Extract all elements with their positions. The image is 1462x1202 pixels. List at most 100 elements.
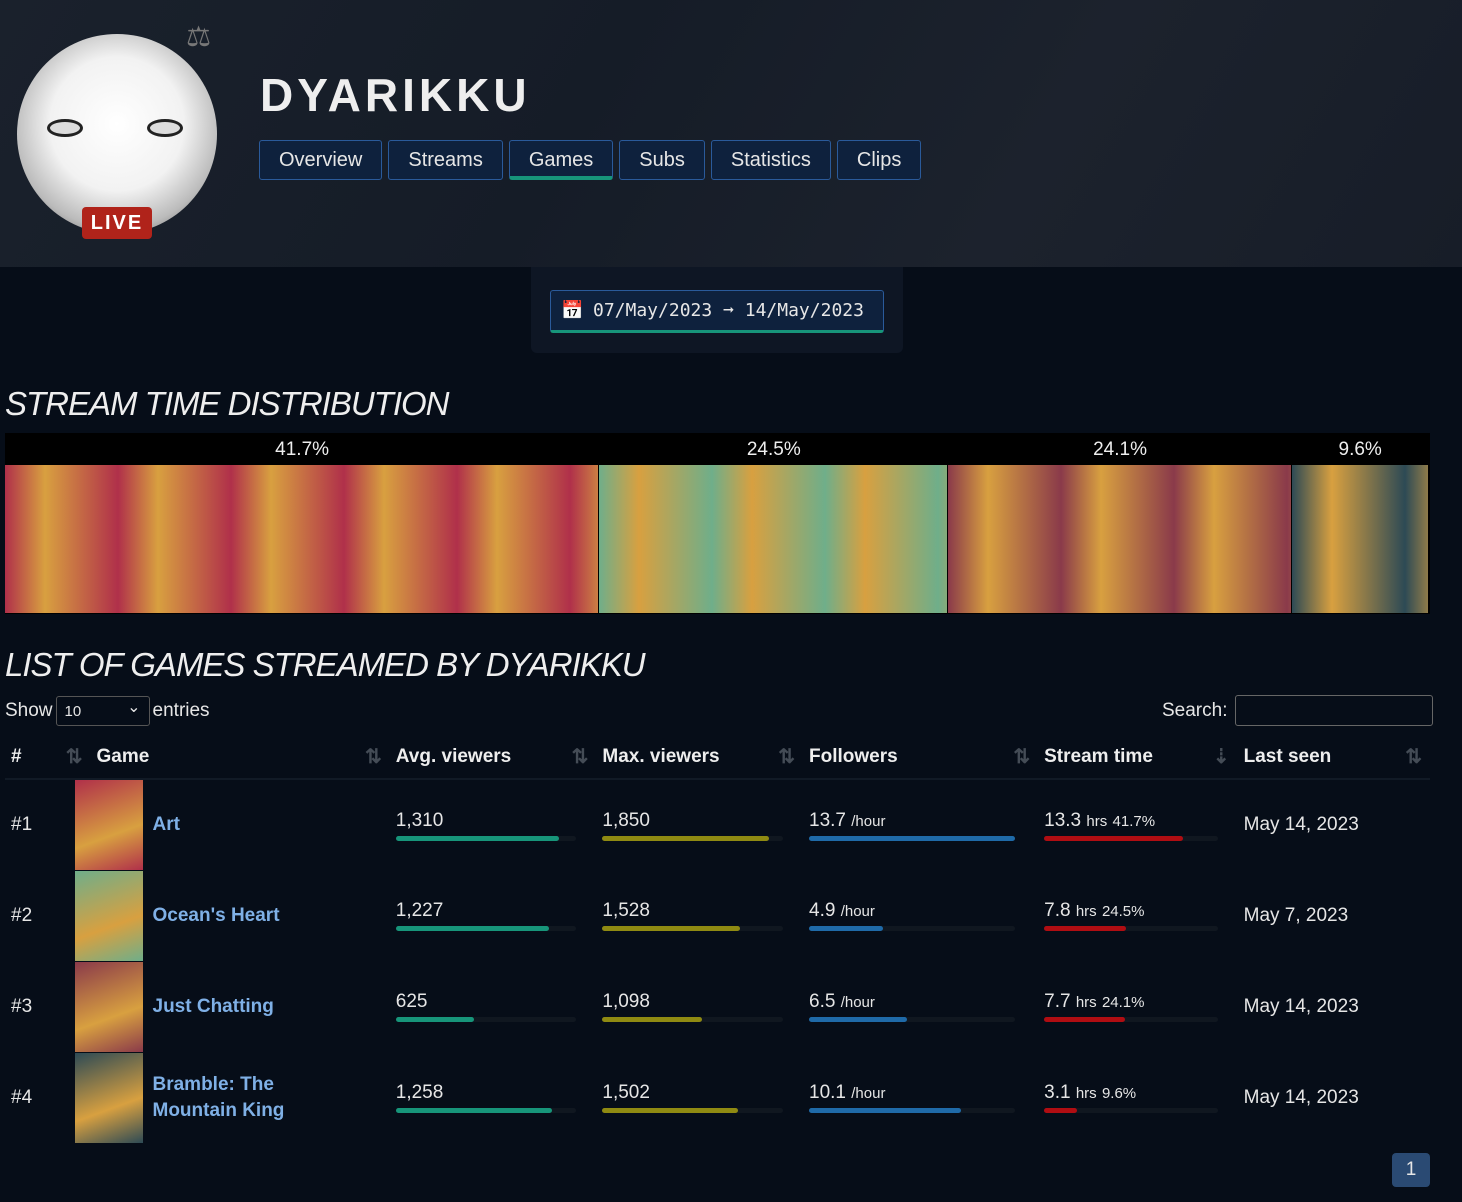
game-cover[interactable] xyxy=(74,780,143,870)
channel-header: LIVE ⚖ DYARIKKU Overview Streams Games Subs… xyxy=(0,0,1462,267)
games-list-title: LIST OF GAMES STREAMED BY DYARIKKU xyxy=(5,646,646,683)
column-label: Max. viewers xyxy=(602,745,720,767)
followers-unit: /hour xyxy=(851,812,886,830)
distribution-title: STREAM TIME DISTRIBUTION xyxy=(5,385,450,422)
avg-bar-fill xyxy=(395,1108,553,1113)
column-label: # xyxy=(11,745,22,767)
avg-value: 1,227 xyxy=(395,900,444,921)
column-header[interactable]: Followers ⇅ xyxy=(803,735,1039,780)
game-link[interactable]: Bramble: The Mountain King xyxy=(153,1072,363,1124)
rank: #2 xyxy=(11,904,33,926)
show-label: Show xyxy=(5,700,53,721)
followers-bar-fill xyxy=(809,1017,907,1022)
sort-icon[interactable]: ⇅ xyxy=(66,744,83,769)
segment-percent: 41.7% xyxy=(275,439,330,460)
distribution-segment[interactable]: 9.6% xyxy=(1291,433,1429,614)
avg-value: 625 xyxy=(395,991,428,1012)
distribution-segment[interactable]: 24.5% xyxy=(599,433,949,614)
column-label: Game xyxy=(96,745,150,767)
avg-bar xyxy=(395,1108,577,1113)
entries-select[interactable]: 10 xyxy=(55,696,150,726)
game-cover[interactable] xyxy=(74,961,143,1052)
followers-bar-fill xyxy=(809,835,1016,841)
max-bar xyxy=(602,926,783,931)
column-header[interactable]: Game ⇅ xyxy=(90,735,390,780)
segment-percent: 9.6% xyxy=(1338,439,1382,460)
column-label: Last seen xyxy=(1243,745,1332,767)
followers-bar xyxy=(809,1108,1016,1113)
tab-statistics[interactable]: Statistics xyxy=(710,140,831,180)
game-cover-strip xyxy=(599,465,949,613)
max-bar-fill xyxy=(602,1108,738,1113)
sort-icon[interactable]: ⇅ xyxy=(1405,744,1422,769)
sort-icon[interactable]: ⇅ xyxy=(1013,744,1030,769)
avg-bar xyxy=(395,835,577,841)
date-range-picker[interactable]: 📅 07/May/2023 ➞ 14/May/2023 xyxy=(550,290,884,333)
entries-control: Show 10 entries xyxy=(5,696,210,726)
distribution-segment[interactable]: 24.1% xyxy=(948,433,1292,614)
stream-time-distribution: 41.7% 24.5% 24.1% 9.6% xyxy=(5,433,1430,614)
max-value: 1,528 xyxy=(602,900,650,921)
time-unit: hrs xyxy=(1086,812,1108,830)
date-end: 14/May/2023 xyxy=(744,300,864,321)
time-bar-fill xyxy=(1044,835,1184,841)
search-control: Search: xyxy=(1162,695,1434,726)
sort-icon[interactable]: ⇅ xyxy=(778,744,795,769)
time-bar xyxy=(1044,926,1219,931)
max-bar xyxy=(602,835,783,841)
game-link[interactable]: Art xyxy=(153,812,363,838)
sort-icon[interactable]: ⇅ xyxy=(572,744,589,769)
table-row: #4 Bramble: The Mountain King 1,258 1,502 10… xyxy=(5,1052,1430,1143)
sort-icon[interactable]: ⇣ xyxy=(1213,744,1230,769)
last-seen: May 14, 2023 xyxy=(1243,995,1359,1017)
time-bar xyxy=(1044,1108,1219,1113)
last-seen: May 14, 2023 xyxy=(1243,1086,1359,1108)
time-unit: hrs xyxy=(1075,994,1097,1011)
tab-subs[interactable]: Subs xyxy=(619,140,705,180)
column-header[interactable]: Avg. viewers ⇅ xyxy=(389,735,597,780)
max-bar xyxy=(602,1017,783,1022)
avatar xyxy=(17,34,217,234)
date-range-panel: 📅 07/May/2023 ➞ 14/May/2023 xyxy=(531,267,903,353)
followers-bar xyxy=(809,926,1016,931)
max-bar-fill xyxy=(602,926,741,931)
time-bar-fill xyxy=(1044,1108,1077,1113)
time-bar-fill xyxy=(1044,926,1126,931)
followers-value: 13.7 xyxy=(809,809,846,831)
time-unit: hrs xyxy=(1075,1085,1097,1102)
time-value: 3.1 xyxy=(1044,1082,1071,1103)
game-cover-strip xyxy=(1291,465,1429,613)
column-header[interactable]: Max. viewers ⇅ xyxy=(596,735,803,780)
calendar-icon: 📅 xyxy=(561,300,584,321)
column-header[interactable]: Last seen ⇅ xyxy=(1237,735,1430,780)
table-row: #1 Art 1,310 1,850 13.7 /hour 13.3 hrs 41.7% M… xyxy=(5,779,1430,870)
avg-bar xyxy=(395,1017,577,1022)
tab-overview[interactable]: Overview xyxy=(259,140,383,180)
tab-clips[interactable]: Clips xyxy=(836,140,922,180)
avg-bar-fill xyxy=(395,1017,474,1022)
distribution-segment[interactable]: 41.7% xyxy=(5,433,600,614)
tab-games[interactable]: Games xyxy=(508,140,614,180)
date-start: 07/May/2023 xyxy=(593,300,713,321)
column-header[interactable]: # ⇅ xyxy=(5,735,91,780)
page-1-button[interactable]: 1 xyxy=(1392,1153,1430,1187)
scale-icon[interactable]: ⚖ xyxy=(186,20,211,53)
game-link[interactable]: Just Chatting xyxy=(153,994,363,1020)
live-badge[interactable]: LIVE xyxy=(82,207,152,239)
sort-icon[interactable]: ⇅ xyxy=(365,744,382,769)
game-cover[interactable] xyxy=(74,870,143,961)
search-input[interactable] xyxy=(1235,695,1434,726)
time-bar xyxy=(1044,1017,1219,1022)
game-link[interactable]: Ocean's Heart xyxy=(153,903,363,929)
followers-value: 6.5 xyxy=(809,991,836,1012)
table-row: #3 Just Chatting 625 1,098 6.5 /hour 7.7 hrs … xyxy=(5,961,1430,1052)
avg-bar-fill xyxy=(395,835,559,841)
column-header[interactable]: Stream time ⇣ xyxy=(1038,735,1238,780)
tab-streams[interactable]: Streams xyxy=(388,140,503,180)
arrow-icon: ➞ xyxy=(723,300,734,321)
game-cover-strip xyxy=(5,465,600,613)
game-cover[interactable] xyxy=(74,1052,143,1143)
column-label: Followers xyxy=(809,745,898,767)
followers-bar xyxy=(809,835,1016,841)
time-percent: 24.1% xyxy=(1101,994,1145,1011)
